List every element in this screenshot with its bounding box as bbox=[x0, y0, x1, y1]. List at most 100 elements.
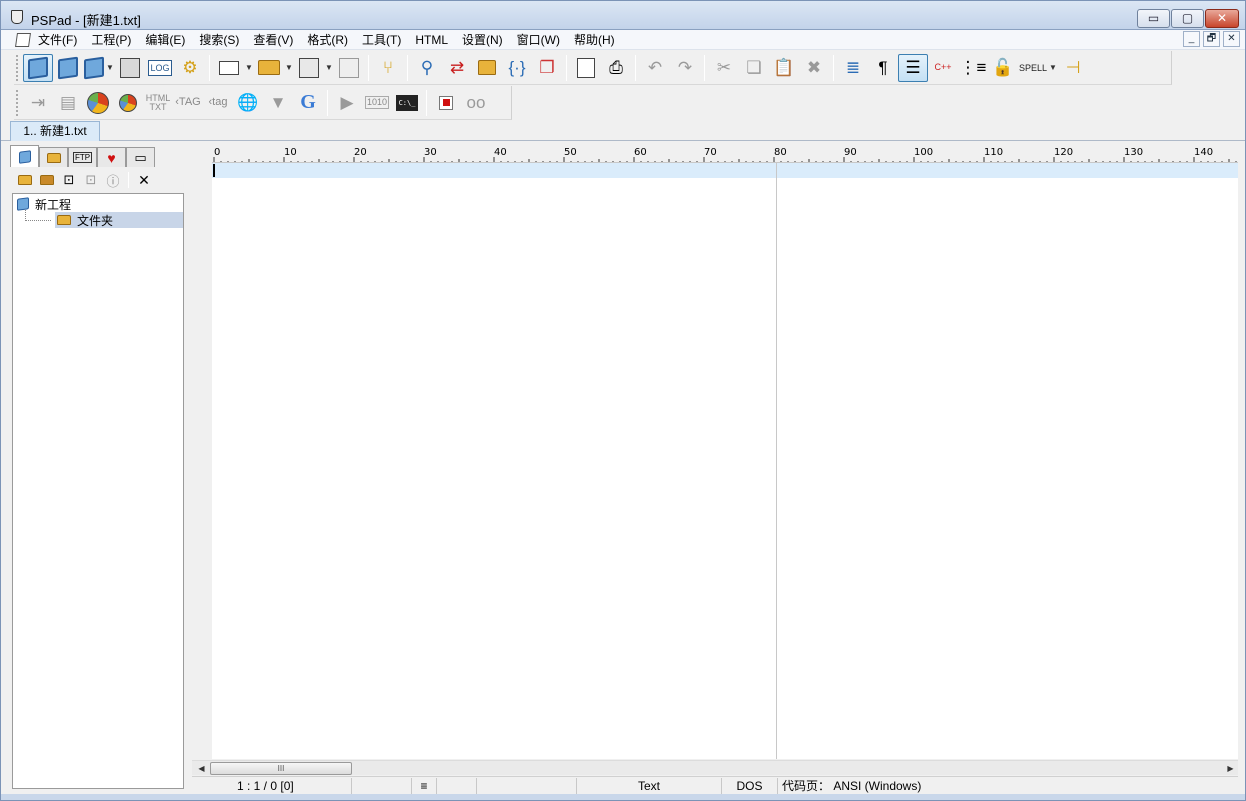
paste-button[interactable]: 📋 bbox=[769, 54, 799, 82]
minimize-button[interactable]: ▭ bbox=[1137, 9, 1170, 28]
new-file-dropdown[interactable]: ▼ bbox=[244, 63, 254, 72]
scroll-left-arrow-icon[interactable]: ◀ bbox=[194, 762, 209, 775]
menu-view[interactable]: 查看(V) bbox=[253, 32, 293, 48]
comment-button[interactable]: ▤ bbox=[53, 89, 83, 117]
pspad-app-icon[interactable] bbox=[11, 10, 23, 24]
properties-button[interactable]: ⓘ bbox=[102, 170, 124, 190]
compile-button[interactable]: 1010 bbox=[362, 89, 392, 117]
menu-search[interactable]: 搜索(S) bbox=[199, 32, 239, 48]
web-preview-button[interactable]: 🌐 bbox=[233, 89, 263, 117]
cut-button[interactable]: ✂ bbox=[709, 54, 739, 82]
menu-project[interactable]: 工程(P) bbox=[91, 32, 131, 48]
replace-button[interactable]: ⇄ bbox=[442, 54, 472, 82]
lowercase-tags-button[interactable]: ‹tag bbox=[203, 89, 233, 117]
tab-projects[interactable] bbox=[10, 145, 39, 167]
stop-macro-button[interactable] bbox=[431, 89, 461, 117]
project-tools-button[interactable]: ✕ bbox=[133, 170, 155, 190]
project-settings-button[interactable]: ⚙ bbox=[175, 54, 205, 82]
menu-tools[interactable]: 工具(T) bbox=[362, 32, 401, 48]
scroll-right-arrow-icon[interactable]: ▶ bbox=[1223, 762, 1238, 775]
new-file-button[interactable] bbox=[214, 54, 244, 82]
list-button[interactable]: ⋮≡ bbox=[958, 54, 988, 82]
color-hex-button[interactable] bbox=[113, 89, 143, 117]
mdi-restore-button[interactable]: 🗗 bbox=[1203, 31, 1220, 47]
status-codepage[interactable]: 代码页： ANSI (Windows) bbox=[778, 778, 1238, 794]
google-search-button[interactable]: G bbox=[293, 89, 323, 117]
readonly-lock-button[interactable]: 🔓 bbox=[988, 54, 1018, 82]
macro-glasses-button[interactable]: oo bbox=[461, 89, 491, 117]
new-project-button[interactable] bbox=[53, 54, 83, 82]
open-project-dropdown[interactable]: ▼ bbox=[105, 63, 115, 72]
tab-document-1[interactable]: 1.. 新建1.txt bbox=[10, 121, 100, 141]
tab-favorites[interactable]: ♥ bbox=[97, 147, 126, 167]
new-file-icon bbox=[219, 60, 239, 75]
uppercase-tags-button[interactable]: ‹TAG bbox=[173, 89, 203, 117]
menu-settings[interactable]: 设置(N) bbox=[462, 32, 503, 48]
add-folder-button[interactable] bbox=[14, 170, 36, 190]
show-whitespace-button[interactable]: ¶ bbox=[868, 54, 898, 82]
tab-ftp[interactable]: FTP bbox=[68, 147, 97, 167]
tab-open-files[interactable]: ▭ bbox=[126, 147, 155, 167]
copy-button[interactable]: ❏ bbox=[739, 54, 769, 82]
scrollbar-thumb[interactable]: III bbox=[210, 762, 352, 775]
word-wrap-button[interactable]: ≣ bbox=[838, 54, 868, 82]
save-project-button[interactable] bbox=[115, 54, 145, 82]
text-editor[interactable] bbox=[212, 163, 1238, 759]
print-button[interactable]: ⎙ bbox=[601, 54, 631, 82]
tree-node-folder[interactable]: 文件夹 bbox=[55, 212, 183, 228]
tidy-button[interactable]: ▼ bbox=[263, 89, 293, 117]
menu-html[interactable]: HTML bbox=[415, 32, 448, 48]
menu-window[interactable]: 窗口(W) bbox=[517, 32, 560, 48]
pin-button[interactable]: ⊣ bbox=[1058, 54, 1088, 82]
print-preview-button[interactable] bbox=[571, 54, 601, 82]
console-button[interactable]: C:\_ bbox=[392, 89, 422, 117]
add-folder-icon bbox=[18, 175, 32, 185]
menu-edit[interactable]: 编辑(E) bbox=[145, 32, 185, 48]
menu-file[interactable]: 文件(F) bbox=[38, 32, 77, 48]
redo-button[interactable]: ↷ bbox=[670, 54, 700, 82]
mdi-minimize-button[interactable]: _ bbox=[1183, 31, 1200, 47]
horizontal-scrollbar[interactable]: ◀ III ▶ bbox=[192, 760, 1238, 775]
status-line-ending[interactable]: DOS bbox=[722, 778, 778, 794]
tab-file-explorer[interactable] bbox=[39, 147, 68, 167]
remove-folder-button[interactable] bbox=[36, 170, 58, 190]
code-explorer-button[interactable]: C++ bbox=[928, 54, 958, 82]
spell-check-dropdown[interactable]: ▼ bbox=[1048, 63, 1058, 72]
open-file-dropdown[interactable]: ▼ bbox=[284, 63, 294, 72]
open-file-button[interactable] bbox=[254, 54, 284, 82]
delete-button[interactable]: ✖ bbox=[799, 54, 829, 82]
status-syntax[interactable]: Text bbox=[577, 778, 722, 794]
status-lines-icon[interactable]: ≡ bbox=[412, 778, 437, 794]
maximize-button[interactable]: ▢ bbox=[1171, 9, 1204, 28]
undo-button[interactable]: ↶ bbox=[640, 54, 670, 82]
toolbar-separator bbox=[704, 54, 705, 81]
matching-bracket-button[interactable]: {·} bbox=[502, 54, 532, 82]
mdi-close-button[interactable]: ✕ bbox=[1223, 31, 1240, 47]
save-all-button[interactable] bbox=[334, 54, 364, 82]
find-in-files-button[interactable] bbox=[472, 54, 502, 82]
toolbar-grip[interactable] bbox=[16, 89, 20, 116]
close-button[interactable]: ✕ bbox=[1205, 9, 1239, 28]
menu-help[interactable]: 帮助(H) bbox=[574, 32, 615, 48]
save-button[interactable] bbox=[294, 54, 324, 82]
run-button[interactable]: ▶ bbox=[332, 89, 362, 117]
log-button[interactable]: LOG bbox=[145, 54, 175, 82]
html-to-txt-button[interactable]: HTML TXT bbox=[143, 89, 173, 117]
tree-node-root[interactable]: 新工程 bbox=[17, 196, 71, 212]
bookmarks-button[interactable]: ❐ bbox=[532, 54, 562, 82]
remove-file-button[interactable]: ⊡ bbox=[80, 170, 102, 190]
line-numbers-button[interactable]: ☰ bbox=[898, 53, 928, 82]
document-system-menu-icon[interactable] bbox=[15, 33, 31, 47]
color-picker-button[interactable] bbox=[83, 89, 113, 117]
find-button[interactable]: ⚲ bbox=[412, 54, 442, 82]
toolbar-grip[interactable] bbox=[16, 54, 20, 81]
spell-check-button[interactable]: SPELL bbox=[1018, 54, 1048, 82]
add-file-button[interactable]: ⊡ bbox=[58, 170, 80, 190]
open-project-icon bbox=[84, 56, 104, 79]
save-dropdown[interactable]: ▼ bbox=[324, 63, 334, 72]
open-project-button[interactable] bbox=[83, 54, 105, 82]
file-tree-button[interactable]: ⑂ bbox=[373, 54, 403, 82]
indent-button[interactable]: ⇥ bbox=[23, 89, 53, 117]
menu-format[interactable]: 格式(R) bbox=[307, 32, 348, 48]
project-panel-button[interactable] bbox=[23, 53, 53, 82]
